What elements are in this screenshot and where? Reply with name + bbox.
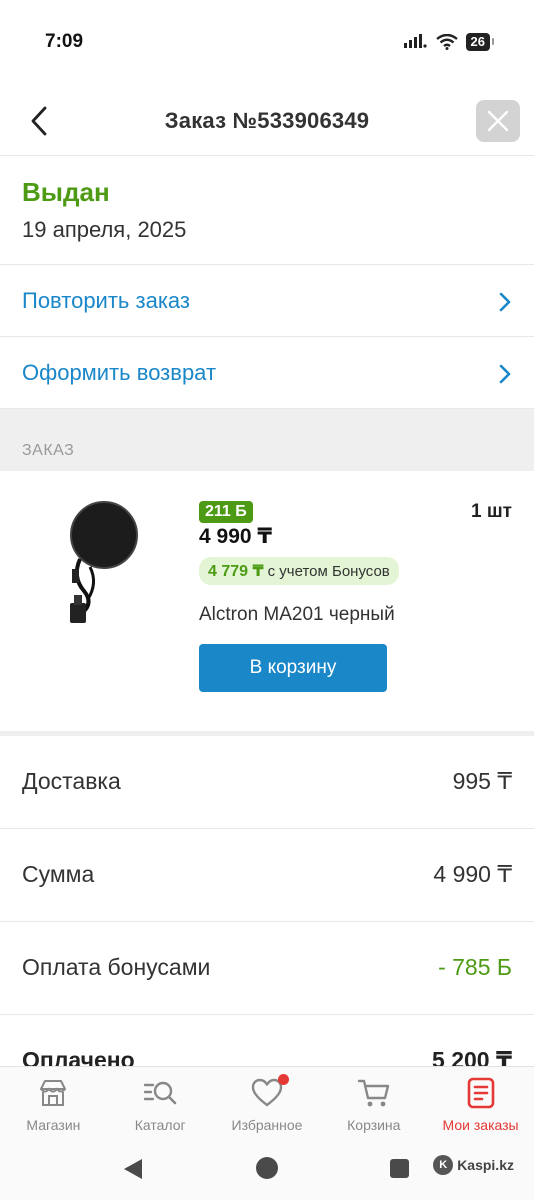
- system-home-icon[interactable]: [256, 1157, 278, 1179]
- wifi-icon: [435, 34, 458, 50]
- status-time: 7:09: [45, 31, 84, 52]
- summary-sum-row: Сумма 4 990 ₸: [0, 829, 534, 922]
- item-quantity: 1 шт: [471, 501, 512, 522]
- signal-icon: [403, 34, 427, 48]
- order-date: 19 апреля, 2025: [22, 217, 187, 242]
- repeat-order-label: Повторить заказ: [22, 288, 190, 313]
- status-icons: 26: [403, 33, 495, 51]
- close-button[interactable]: [476, 100, 520, 142]
- summary-delivery-row: Доставка 995 ₸: [0, 736, 534, 829]
- add-to-cart-button[interactable]: В корзину: [199, 644, 387, 692]
- app-header: Заказ №533906349: [0, 86, 534, 156]
- store-icon: [36, 1076, 70, 1110]
- bonus-price: 4 779 ₸: [208, 563, 264, 580]
- system-back-icon[interactable]: [122, 1157, 144, 1181]
- bonus-badge: 211 Б: [199, 501, 253, 523]
- order-item-card: 211 Б 1 шт 4 990 ₸ 4 779 ₸ с учетом Бону…: [0, 471, 534, 731]
- sum-label: Сумма: [22, 861, 95, 887]
- repeat-order-row[interactable]: Повторить заказ: [0, 265, 534, 337]
- nav-item-cart[interactable]: Корзина: [320, 1067, 427, 1144]
- watermark-text: Kaspi.kz: [457, 1157, 514, 1173]
- page-title: Заказ №533906349: [164, 108, 370, 133]
- bonus-payment-value: - 785 Б: [438, 954, 512, 980]
- sum-value: 4 990 ₸: [433, 861, 512, 887]
- bonus-price-pill: 4 779 ₸ с учетом Бонусов: [199, 557, 399, 585]
- nav-label-cart: Корзина: [347, 1117, 401, 1133]
- nav-label-store: Магазин: [26, 1117, 81, 1133]
- chevron-right-icon: [499, 292, 511, 312]
- status-bar: 7:09 26: [0, 0, 534, 86]
- kaspi-logo-icon: K: [433, 1155, 454, 1175]
- close-icon: [487, 110, 509, 132]
- bottom-navigation: Магазин Каталог Избранное Корзина Мои за…: [0, 1066, 534, 1144]
- orders-icon: [464, 1076, 498, 1110]
- catalog-search-icon: [143, 1076, 177, 1110]
- battery-indicator: 26: [465, 33, 495, 51]
- return-order-label: Оформить возврат: [22, 360, 217, 385]
- bonus-price-caption: с учетом Бонусов: [267, 562, 390, 580]
- chevron-right-icon: [499, 364, 511, 384]
- order-status: Выдан: [22, 177, 110, 207]
- delivery-value: 995 ₸: [452, 768, 512, 794]
- nav-item-store[interactable]: Магазин: [0, 1067, 107, 1144]
- system-recents-icon[interactable]: [390, 1159, 409, 1178]
- notification-dot: [277, 1074, 289, 1085]
- nav-item-catalog[interactable]: Каталог: [107, 1067, 214, 1144]
- order-status-block: Выдан 19 апреля, 2025: [0, 157, 534, 265]
- nav-item-favorites[interactable]: Избранное: [214, 1067, 321, 1144]
- return-order-row[interactable]: Оформить возврат: [0, 337, 534, 409]
- product-image[interactable]: [58, 499, 142, 627]
- nav-label-catalog: Каталог: [134, 1117, 186, 1133]
- nav-label-favorites: Избранное: [231, 1117, 303, 1133]
- nav-label-orders: Мои заказы: [442, 1117, 519, 1133]
- delivery-label: Доставка: [22, 768, 121, 794]
- summary-bonus-row: Оплата бонусами - 785 Б: [0, 922, 534, 1015]
- system-navigation-bar: K Kaspi.kz: [0, 1144, 534, 1200]
- product-name[interactable]: Alctron MA201 черный: [199, 604, 395, 626]
- bonus-payment-label: Оплата бонусами: [22, 954, 211, 980]
- section-header: ЗАКАЗ: [0, 409, 534, 471]
- item-price: 4 990 ₸: [199, 525, 272, 548]
- section-title: ЗАКАЗ: [22, 442, 75, 459]
- cart-icon: [357, 1076, 391, 1110]
- watermark: K Kaspi.kz: [433, 1155, 514, 1175]
- nav-item-orders[interactable]: Мои заказы: [427, 1067, 534, 1144]
